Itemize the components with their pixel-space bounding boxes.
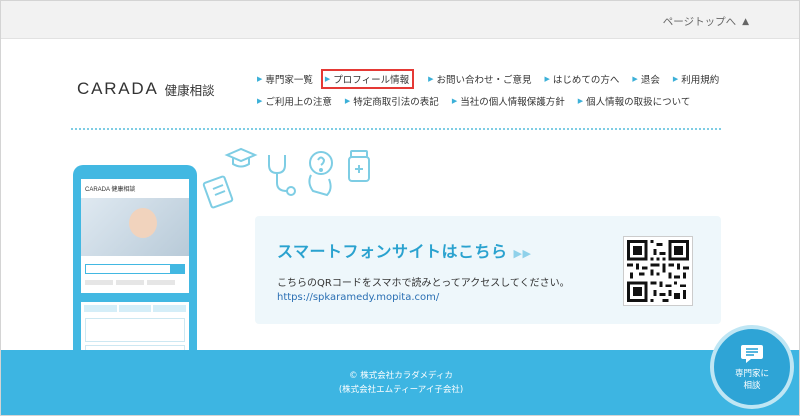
nav-item-contact[interactable]: ▶ お問い合わせ・ご意見 <box>428 72 531 86</box>
chat-bubble-icon <box>741 344 763 363</box>
arrow-right-icon: ▶ <box>632 75 638 83</box>
smartphone-site-box: スマートフォンサイトはこちら ▶▶ こちらのQRコードをスマホで読みとってアクセス… <box>255 216 721 324</box>
footer-nav: ▶ 専門家一覧 ▶ プロフィール情報 ▶ お問い合わせ・ご意見 ▶ はじめての方… <box>257 68 737 112</box>
nav-item-label: 当社の個人情報保護方針 <box>460 97 565 108</box>
nav-item-label: 利用規約 <box>681 75 720 86</box>
nav-item-label: 退会 <box>640 75 660 86</box>
stethoscope-icon <box>268 155 296 196</box>
nav-item-label: はじめての方へ <box>552 75 620 86</box>
health-icons-illustration <box>202 147 370 209</box>
arrow-right-icon: ▶ <box>544 75 550 83</box>
medical-card-icon <box>202 175 234 209</box>
phone-tag <box>116 280 144 285</box>
nav-item-withdraw[interactable]: ▶ 退会 <box>632 72 659 86</box>
consult-button-label: 専門家に 相談 <box>735 368 769 392</box>
nav-item-profile-info[interactable]: ▶ プロフィール情報 <box>320 69 415 89</box>
page-top-label: ページトップへ <box>662 16 737 28</box>
phone-search-bar <box>85 264 185 274</box>
arrow-right-icon: ▶ <box>577 97 584 105</box>
arrow-right-icon: ▶ <box>672 75 679 83</box>
phone-tags <box>81 278 189 287</box>
nav-item-expert-list[interactable]: ▶ 専門家一覧 <box>257 72 313 86</box>
phone-tab <box>153 305 187 312</box>
arrow-right-icon: ▶ <box>344 97 351 105</box>
question-bubble-icon <box>308 151 333 197</box>
consult-expert-button[interactable]: 専門家に 相談 <box>710 325 794 409</box>
phone-hero-image <box>81 198 189 256</box>
nav-item-first-time[interactable]: ▶ はじめての方へ <box>545 72 620 86</box>
nav-item-label: プロフィール情報 <box>333 75 410 86</box>
nav-item-label: ご利用上の注意 <box>265 97 332 108</box>
nav-item-label: 専門家一覧 <box>265 75 313 86</box>
nav-item-personal-info[interactable]: ▶ 個人情報の取扱について <box>578 94 691 108</box>
smartphone-url-link[interactable]: https://spkaramedy.mopita.com/ <box>277 292 439 303</box>
site-footer: © 株式会社カラダメディカ (株式会社エムティーアイ子会社) <box>1 350 799 415</box>
nav-row-1: ▶ 専門家一覧 ▶ プロフィール情報 ▶ お問い合わせ・ご意見 ▶ はじめての方… <box>257 68 737 90</box>
arrow-right-icon: ▶ <box>324 75 331 83</box>
phone-search-button <box>170 265 184 273</box>
phone-tag <box>85 280 113 285</box>
arrow-right-icon: ▶ <box>428 75 434 83</box>
phone-tab <box>84 305 117 312</box>
nav-row-2: ▶ ご利用上の注意 ▶ 特定商取引法の表記 ▶ 当社の個人情報保護方針 ▶ 個人… <box>257 90 737 112</box>
phone-tag <box>147 280 175 285</box>
company-text: (株式会社エムティーアイ子会社) <box>338 385 464 395</box>
phone-screen: CARADA 健康相談 <box>81 179 189 363</box>
phone-search-field <box>86 265 170 273</box>
medicine-bottle-icon <box>348 150 370 182</box>
qr-code <box>623 236 693 306</box>
nav-item-privacy-policy[interactable]: ▶ 当社の個人情報保護方針 <box>452 94 565 108</box>
graduation-cap-icon <box>224 147 258 168</box>
page-frame: ページトップへ ▲ CARADA 健康相談 ▶ 専門家一覧 ▶ プロフィール情報… <box>0 0 800 416</box>
arrow-right-icon: ▶ <box>451 97 458 105</box>
dotted-divider <box>71 128 721 130</box>
nav-item-label: お問い合わせ・ご意見 <box>436 75 532 86</box>
qr-code-pattern <box>627 240 689 302</box>
logo-subtitle: 健康相談 <box>164 82 215 98</box>
page-top-link[interactable]: ページトップへ ▲ <box>663 14 749 29</box>
baby-face-illustration <box>129 208 157 238</box>
phone-section-band <box>81 293 189 302</box>
triangle-up-icon: ▲ <box>742 16 749 27</box>
nav-item-label: 特定商取引法の表記 <box>353 97 439 108</box>
phone-tab <box>118 305 152 312</box>
copyright-text: © 株式会社カラダメディカ <box>349 371 453 381</box>
arrow-right-icon: ▶ <box>257 75 263 83</box>
nav-item-label: 個人情報の取扱について <box>586 97 691 108</box>
phone-tabs <box>81 302 189 315</box>
phone-logo: CARADA 健康相談 <box>85 187 136 193</box>
top-bar: ページトップへ ▲ <box>1 1 799 39</box>
qr-description: こちらのQRコードをスマホで読みとってアクセスしてください。 <box>277 278 570 289</box>
arrow-right-icon: ▶ <box>257 97 263 105</box>
consult-line-1: 専門家に <box>734 368 769 379</box>
nav-item-terms[interactable]: ▶ 利用規約 <box>673 72 719 86</box>
nav-item-usage-notes[interactable]: ▶ ご利用上の注意 <box>257 94 332 108</box>
nav-item-commerce-law[interactable]: ▶ 特定商取引法の表記 <box>345 94 439 108</box>
smartphone-title-text: スマートフォンサイトはこちら <box>277 242 508 261</box>
phone-card <box>85 318 185 342</box>
consult-line-2: 相談 <box>743 380 761 391</box>
smartphone-mockup: CARADA 健康相談 <box>73 165 197 365</box>
logo-brand: CARADA <box>77 79 159 98</box>
carada-logo[interactable]: CARADA 健康相談 <box>77 79 215 99</box>
double-chevron-right-icon: ▶▶ <box>513 247 532 260</box>
smartphone-site-title[interactable]: スマートフォンサイトはこちら ▶▶ <box>277 238 531 262</box>
